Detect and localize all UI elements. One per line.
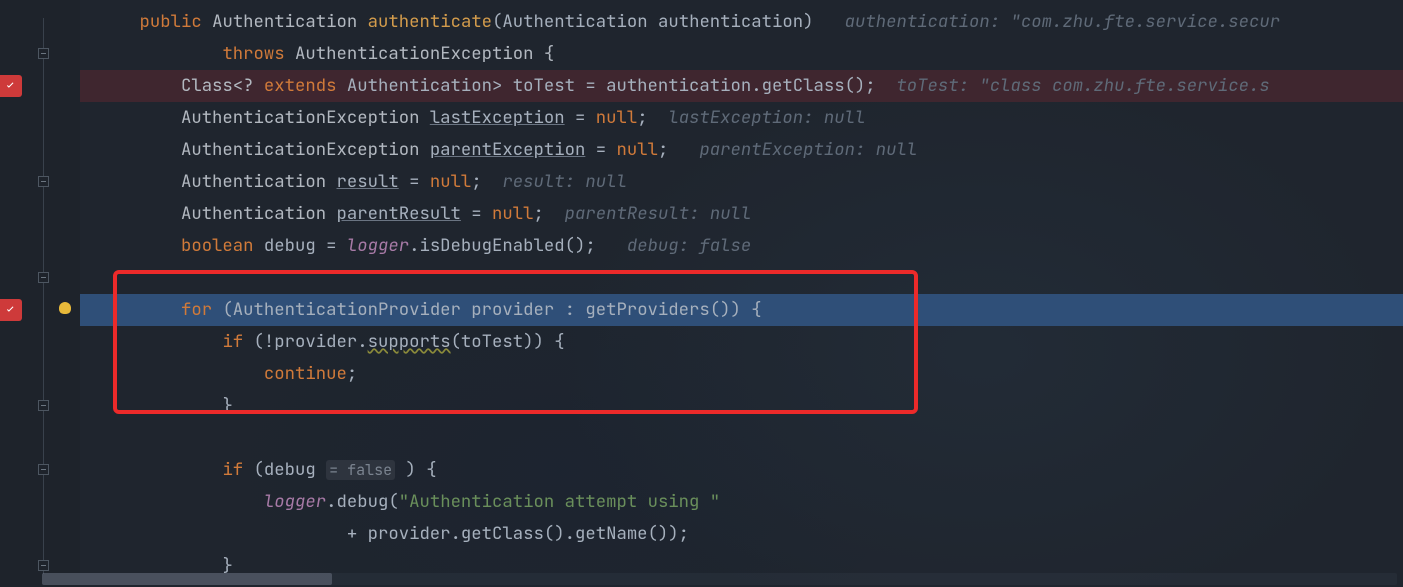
code-token: ) { [395, 458, 436, 481]
code-token: continue [264, 362, 347, 385]
code-token: extends [264, 74, 347, 97]
intention-bulb-icon[interactable] [56, 301, 74, 319]
editor-gutter[interactable] [0, 0, 80, 587]
code-token: logger [264, 490, 326, 513]
code-token: lastException: null [668, 106, 865, 129]
code-token: authentication: "com.zhu.fte.service.sec… [845, 10, 1281, 33]
code-token: null [492, 202, 533, 225]
code-token: } [222, 394, 232, 417]
code-token: = false [326, 460, 395, 480]
code-token: (Authentication authentication) [492, 10, 813, 33]
code-line[interactable]: if (!provider.supports(toTest)) { [80, 326, 1403, 358]
code-token: logger [347, 234, 409, 257]
code-token: supports [368, 330, 451, 353]
code-line[interactable]: logger.debug("Authentication attempt usi… [80, 486, 1403, 518]
code-token: ; [534, 202, 544, 225]
code-blank-line[interactable] [80, 262, 1403, 294]
code-token: Authentication [181, 202, 337, 225]
code-token: boolean [181, 234, 264, 257]
code-token: null [596, 106, 637, 129]
breakpoint-icon[interactable] [0, 299, 22, 321]
code-token: = [461, 202, 492, 225]
fold-toggle-icon[interactable] [38, 560, 49, 571]
code-token: Class<? [181, 74, 264, 97]
code-token: .debug( [326, 490, 399, 513]
fold-guide [43, 18, 44, 574]
code-token: Authentication> toTest = authentication.… [347, 74, 876, 97]
code-line[interactable]: for (AuthenticationProvider provider : g… [80, 294, 1403, 326]
code-token: if [222, 330, 253, 353]
code-token: parentResult [337, 202, 461, 225]
code-token: AuthenticationException { [295, 42, 554, 65]
fold-toggle-icon[interactable] [38, 400, 49, 411]
code-line[interactable]: Authentication result = null; result: nu… [80, 166, 1403, 198]
fold-toggle-icon[interactable] [38, 48, 49, 59]
fold-toggle-icon[interactable] [38, 464, 49, 475]
code-token: authenticate [368, 10, 492, 33]
code-token: result [337, 170, 399, 193]
code-line[interactable]: continue; [80, 358, 1403, 390]
code-token: = [399, 170, 430, 193]
code-line[interactable]: + provider.getClass().getName()); [80, 518, 1403, 550]
code-token: "Authentication attempt using " [399, 490, 720, 513]
code-token: (!provider. [254, 330, 368, 353]
code-token: ; [637, 106, 647, 129]
code-token [544, 202, 565, 225]
code-token [648, 106, 669, 129]
code-line[interactable]: AuthenticationException lastException = … [80, 102, 1403, 134]
code-token: public [139, 10, 212, 33]
code-token: = [565, 106, 596, 129]
code-line[interactable]: boolean debug = logger.isDebugEnabled();… [80, 230, 1403, 262]
code-token [596, 234, 627, 257]
fold-toggle-icon[interactable] [38, 176, 49, 187]
code-line[interactable]: throws AuthenticationException { [80, 38, 1403, 70]
code-line[interactable]: Authentication parentResult = null; pare… [80, 198, 1403, 230]
code-token: parentException: null [699, 138, 917, 161]
code-token: null [430, 170, 471, 193]
code-token: ; [658, 138, 668, 161]
code-token: AuthenticationException [181, 138, 430, 161]
code-token [482, 170, 503, 193]
code-token [668, 138, 699, 161]
code-token: lastException [430, 106, 565, 129]
code-token: throws [222, 42, 295, 65]
breakpoint-icon[interactable] [0, 75, 22, 97]
code-token: for [181, 298, 222, 321]
code-token: toTest: "class com.zhu.fte.service.s [896, 74, 1269, 97]
code-line[interactable]: Class<? extends Authentication> toTest =… [80, 70, 1403, 102]
fold-toggle-icon[interactable] [38, 272, 49, 283]
code-token: Authentication [212, 10, 368, 33]
code-token: AuthenticationException [181, 106, 430, 129]
code-token [876, 74, 897, 97]
code-token: parentException [430, 138, 586, 161]
code-line[interactable]: AuthenticationException parentException … [80, 134, 1403, 166]
code-token: ; [347, 362, 357, 385]
code-line[interactable]: } [80, 390, 1403, 422]
horizontal-scrollbar[interactable] [42, 573, 1397, 585]
code-editor[interactable]: public Authentication authenticate(Authe… [80, 0, 1403, 582]
code-token: if [222, 458, 253, 481]
code-token: Authentication [181, 170, 337, 193]
code-token: .isDebugEnabled(); [409, 234, 596, 257]
code-token: (AuthenticationProvider provider : getPr… [222, 298, 761, 321]
code-token: (toTest)) { [451, 330, 565, 353]
code-line[interactable]: if (debug = false ) { [80, 454, 1403, 486]
code-token: parentResult: null [565, 202, 752, 225]
code-token: + provider.getClass().getName()); [347, 522, 689, 545]
code-token: null [616, 138, 657, 161]
code-token: ; [471, 170, 481, 193]
code-line[interactable]: public Authentication authenticate(Authe… [80, 6, 1403, 38]
code-token: (debug [254, 458, 327, 481]
code-token: result: null [502, 170, 626, 193]
code-token [814, 10, 845, 33]
horizontal-scrollbar-thumb[interactable] [42, 573, 332, 585]
code-blank-line[interactable] [80, 422, 1403, 454]
code-token: debug = [264, 234, 347, 257]
code-token: = [585, 138, 616, 161]
code-token: debug: false [627, 234, 751, 257]
